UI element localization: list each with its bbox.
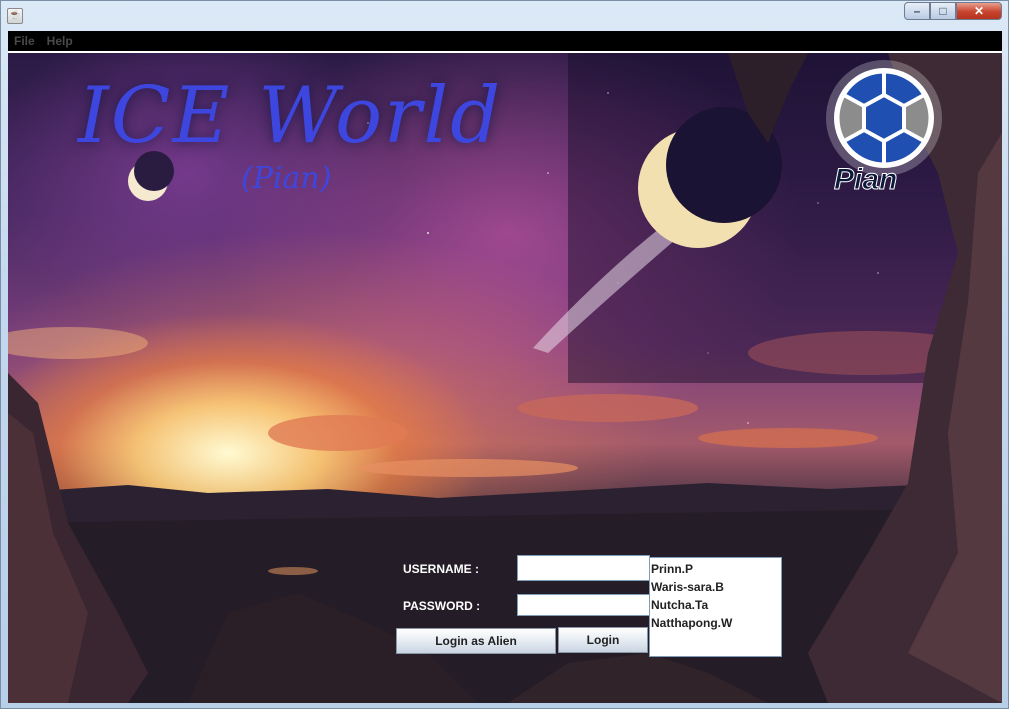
list-item[interactable]: Nutcha.Ta xyxy=(651,596,780,614)
window-controls: – □ ✕ xyxy=(904,2,1002,22)
lake-glint xyxy=(268,567,318,575)
minimize-button[interactable]: – xyxy=(904,2,930,20)
app-subtitle: (Pian) xyxy=(241,161,332,196)
close-button[interactable]: ✕ xyxy=(956,2,1002,20)
clouds xyxy=(8,327,988,477)
maximize-button[interactable]: □ xyxy=(930,2,956,20)
list-item[interactable]: Waris-sara.B xyxy=(651,578,780,596)
username-input[interactable] xyxy=(517,555,650,581)
app-window: ☕ – □ ✕ File Help ICE World (Pian) Pian … xyxy=(0,0,1009,709)
menu-file[interactable]: File xyxy=(8,34,41,48)
password-input[interactable] xyxy=(517,594,650,616)
login-as-alien-button[interactable]: Login as Alien xyxy=(396,628,556,654)
username-label: USERNAME : xyxy=(403,562,480,576)
pian-logo-icon xyxy=(826,60,942,176)
menu-help[interactable]: Help xyxy=(41,34,79,48)
menu-bar: File Help xyxy=(8,31,1002,51)
title-bar[interactable]: ☕ – □ ✕ xyxy=(1,1,1008,31)
online-user-list[interactable]: Prinn.P Waris-sara.B Nutcha.Ta Natthapon… xyxy=(649,557,782,657)
login-button[interactable]: Login xyxy=(558,627,648,653)
logo-text: Pian xyxy=(833,163,898,197)
password-label: PASSWORD : xyxy=(403,599,481,613)
app-title: ICE World xyxy=(78,71,503,161)
java-icon: ☕ xyxy=(7,8,23,24)
login-scene: ICE World (Pian) Pian USERNAME : PASSWOR… xyxy=(8,53,1002,703)
list-item[interactable]: Natthapong.W xyxy=(651,614,780,632)
list-item[interactable]: Prinn.P xyxy=(651,560,780,578)
